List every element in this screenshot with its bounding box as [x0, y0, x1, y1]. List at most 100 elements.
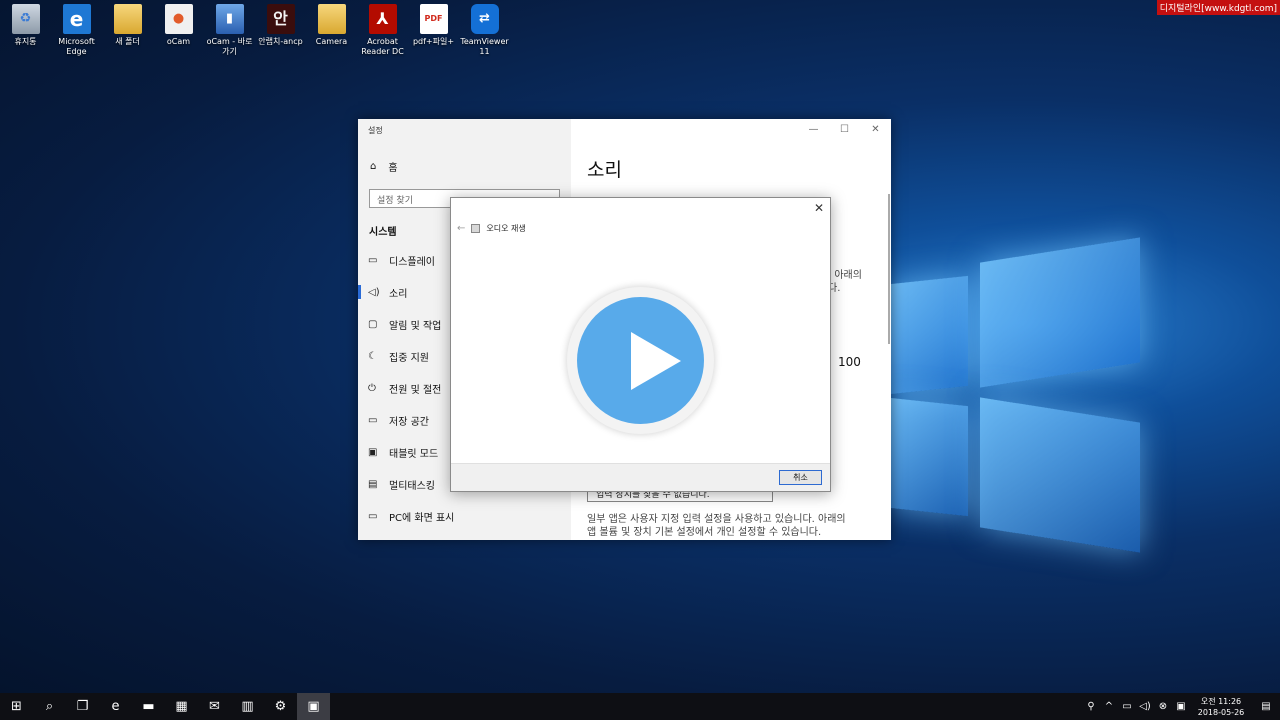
teamviewer-icon: ⇄ — [470, 4, 499, 34]
an-icon: 안 — [266, 4, 295, 34]
cancel-button[interactable]: 취소 — [779, 470, 822, 485]
desktop-icon-camera[interactable]: Camera — [306, 4, 357, 57]
scrollbar[interactable] — [888, 194, 890, 344]
page-title: 소리 — [587, 159, 622, 181]
dialog-title: 오디오 재생 — [486, 224, 526, 233]
window-controls: — ☐ ✕ — [798, 119, 891, 139]
dialog-footer: 취소 — [451, 463, 830, 491]
taskbar-store-icon[interactable]: ▦ — [165, 693, 198, 720]
sidebar-section-title: 시스템 — [369, 227, 397, 238]
taskbar-mail-icon[interactable]: ✉ — [198, 693, 231, 720]
taskbar-audio-window-icon[interactable]: ▣ — [297, 693, 330, 720]
logo-pane — [980, 397, 1140, 553]
ocam-shortcut-icon: ▮ — [215, 4, 244, 34]
taskbar-edge-icon[interactable]: e — [99, 693, 132, 720]
taskbar-chart-app-icon[interactable]: ▥ — [231, 693, 264, 720]
play-triangle — [631, 332, 681, 390]
desktop-icon-label: Acrobat Reader DC — [361, 37, 404, 56]
clock[interactable]: 오전 11:26 2018-05-26 — [1190, 696, 1252, 718]
play-button[interactable] — [567, 287, 714, 434]
play-icon — [577, 297, 704, 424]
sidebar-item-label: PC에 화면 표시 — [389, 512, 455, 524]
sidebar-item-label: 디스플레이 — [389, 256, 435, 268]
sidebar-item-home[interactable]: ⌂ 홈 — [370, 159, 398, 174]
volume-icon[interactable]: ◁) — [1136, 701, 1154, 712]
sidebar-item-label: 태블릿 모드 — [389, 448, 439, 460]
sidebar-item-label: 집중 지원 — [389, 352, 429, 364]
taskbar-settings-icon[interactable]: ⚙ — [264, 693, 297, 720]
sidebar-item-label: 알림 및 작업 — [389, 320, 442, 332]
system-tray: ⚲ ^ ▭ ◁) ⊗ ▣ 오전 11:26 2018-05-26 ▤ — [1082, 693, 1280, 720]
close-button[interactable]: ✕ — [860, 119, 891, 139]
edge-icon: e — [62, 4, 91, 34]
minimize-button[interactable]: — — [798, 119, 829, 139]
desktop-icon-label: oCam - 바로 가기 — [206, 37, 253, 56]
desktop-icon-label: 새 폴더 — [115, 37, 140, 46]
search-icon[interactable]: ⌕ — [33, 693, 66, 720]
sidebar-item-label: 소리 — [389, 288, 408, 300]
desktop-icon-label: 안랩치-ancp — [258, 37, 303, 46]
power-icon: ⏻ — [368, 382, 376, 394]
project-icon: ▭ — [368, 510, 378, 522]
logo-pane — [980, 237, 1140, 388]
desktop-icon-pdf[interactable]: PDF pdf+파일+ — [408, 4, 459, 57]
sidebar-item-project[interactable]: ▭ PC에 화면 표시 — [358, 500, 571, 532]
home-icon: ⌂ — [370, 161, 377, 172]
chevron-up-icon[interactable]: ^ — [1100, 701, 1118, 712]
volume-value: 100 — [838, 355, 861, 369]
dialog-header: ← 오디오 재생 — [457, 223, 526, 234]
desktop-icon-label: TeamViewer 11 — [460, 37, 509, 56]
desktop-icon-label: pdf+파일+ — [412, 37, 455, 46]
desktop-icon-label: Microsoft Edge — [58, 37, 95, 56]
moon-icon: ☾ — [368, 350, 377, 362]
desktop-icon-label: Camera — [315, 37, 348, 46]
desktop-icon-ocam-shortcut[interactable]: ▮ oCam - 바로 가기 — [204, 4, 255, 57]
desktop-icon-label: 휴지통 — [14, 37, 37, 46]
speaker-icon: ◁) — [368, 286, 380, 298]
watermark: 디지털라인[www.kdgtl.com] — [1156, 0, 1280, 15]
window-title: 설정 — [368, 126, 383, 135]
desktop-icons: ♻ 휴지통 e Microsoft Edge 새 폴더 ● oCam ▮ oCa… — [0, 4, 510, 57]
acrobat-icon: ⅄ — [368, 4, 397, 34]
audio-app-icon — [471, 224, 481, 233]
desktop-icon-label: oCam — [166, 37, 191, 46]
people-icon[interactable]: ⚲ — [1082, 701, 1100, 712]
back-arrow-icon[interactable]: ← — [457, 223, 465, 234]
description-text: . 아래의 — [828, 270, 862, 281]
ocam-icon: ● — [164, 4, 193, 34]
sidebar-item-label: 멀티태스킹 — [389, 480, 435, 492]
task-view-icon[interactable]: ❐ — [66, 693, 99, 720]
storage-icon: ▭ — [368, 414, 378, 426]
taskbar: ⊞ ⌕ ❐ e ▬ ▦ ✉ ▥ ⚙ ▣ ⚲ ^ ▭ ◁) ⊗ ▣ 오전 11:2… — [0, 693, 1280, 720]
folder-icon — [113, 4, 142, 34]
display-icon: ▭ — [368, 254, 378, 266]
description-text: 앱 볼륨 및 장치 기본 설정에서 개인 설정할 수 있습니다. — [587, 527, 822, 538]
tray-app-icon[interactable]: ⊗ — [1154, 701, 1172, 712]
clock-date: 2018-05-26 — [1197, 707, 1245, 717]
sidebar-item-label: 홈 — [388, 163, 398, 174]
ime-icon[interactable]: ▣ — [1172, 701, 1190, 712]
notification-icon: ▢ — [368, 318, 378, 330]
desktop-icon-recycle-bin[interactable]: ♻ 휴지통 — [0, 4, 51, 57]
desktop-icon-teamviewer[interactable]: ⇄ TeamViewer 11 — [459, 4, 510, 57]
desktop-icon-an[interactable]: 안 안랩치-ancp — [255, 4, 306, 57]
network-icon[interactable]: ▭ — [1118, 701, 1136, 712]
recycle-bin-icon: ♻ — [11, 4, 40, 34]
logo-pane — [890, 275, 968, 395]
notification-center-icon[interactable]: ▤ — [1252, 701, 1280, 712]
logo-pane — [890, 397, 968, 517]
desktop-icon-acrobat[interactable]: ⅄ Acrobat Reader DC — [357, 4, 408, 57]
desktop-icon-edge[interactable]: e Microsoft Edge — [51, 4, 102, 57]
description-text: 일부 앱은 사용자 지정 입력 설정을 사용하고 있습니다. 아래의 — [587, 514, 846, 525]
dialog-close-button[interactable]: ✕ — [814, 201, 824, 215]
start-button[interactable]: ⊞ — [0, 693, 33, 720]
clock-time: 오전 11:26 — [1200, 696, 1242, 706]
windows-logo-wallpaper — [890, 237, 1140, 560]
camera-folder-icon — [317, 4, 346, 34]
tablet-icon: ▣ — [368, 446, 378, 458]
maximize-button[interactable]: ☐ — [829, 119, 860, 139]
taskbar-explorer-icon[interactable]: ▬ — [132, 693, 165, 720]
sidebar-item-label: 저장 공간 — [389, 416, 429, 428]
desktop-icon-new-folder[interactable]: 새 폴더 — [102, 4, 153, 57]
desktop-icon-ocam[interactable]: ● oCam — [153, 4, 204, 57]
